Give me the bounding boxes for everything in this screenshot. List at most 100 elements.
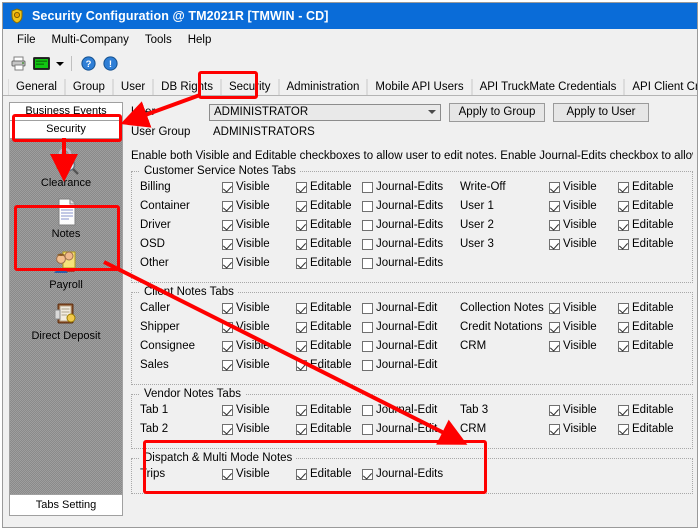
visible-checkbox[interactable]: Visible	[549, 302, 597, 314]
checkbox-box[interactable]	[618, 302, 629, 314]
checkbox-box[interactable]	[618, 219, 629, 231]
sidebar-header-business-events[interactable]: Business Events	[10, 103, 122, 121]
visible-checkbox[interactable]: Visible	[222, 340, 270, 352]
editable-checkbox[interactable]: Editable	[296, 200, 352, 212]
editable-checkbox[interactable]: Editable	[618, 200, 674, 212]
checkbox-box[interactable]	[362, 340, 373, 352]
menu-item-multi-company[interactable]: Multi-Company	[44, 32, 137, 48]
visible-checkbox[interactable]: Visible	[549, 219, 597, 231]
editable-checkbox[interactable]: Editable	[618, 238, 674, 250]
sidebar-item-clearance[interactable]: Clearance	[10, 146, 122, 189]
visible-checkbox[interactable]: Visible	[222, 321, 270, 333]
visible-checkbox[interactable]: Visible	[222, 404, 270, 416]
sidebar-item-payroll[interactable]: Payroll	[10, 248, 122, 291]
visible-checkbox[interactable]: Visible	[549, 340, 597, 352]
tab-db-rights[interactable]: DB Rights	[153, 79, 221, 95]
visible-checkbox[interactable]: Visible	[222, 302, 270, 314]
checkbox-box[interactable]	[222, 359, 233, 371]
checkbox-box[interactable]	[549, 404, 560, 416]
checkbox-box[interactable]	[362, 181, 373, 193]
checkbox-box[interactable]	[549, 321, 560, 333]
checkbox-box[interactable]	[618, 340, 629, 352]
tab-user[interactable]: User	[112, 79, 154, 95]
checkbox-box[interactable]	[362, 238, 373, 250]
editable-checkbox[interactable]: Editable	[296, 181, 352, 193]
checkbox-box[interactable]	[222, 302, 233, 314]
checkbox-box[interactable]	[362, 423, 373, 435]
apply-to-user-button[interactable]: Apply to User	[553, 102, 649, 122]
visible-checkbox[interactable]: Visible	[222, 423, 270, 435]
info-icon[interactable]: !	[99, 54, 121, 74]
editable-checkbox[interactable]: Editable	[618, 302, 674, 314]
editable-checkbox[interactable]: Editable	[296, 340, 352, 352]
help-icon[interactable]: ?	[77, 54, 99, 74]
checkbox-box[interactable]	[549, 219, 560, 231]
checkbox-box[interactable]	[618, 238, 629, 250]
checkbox-box[interactable]	[222, 181, 233, 193]
visible-checkbox[interactable]: Visible	[222, 257, 270, 269]
visible-checkbox[interactable]: Visible	[549, 404, 597, 416]
journal-edits-checkbox[interactable]: Journal-Edits	[362, 200, 443, 212]
checkbox-box[interactable]	[296, 257, 307, 269]
checkbox-box[interactable]	[362, 321, 373, 333]
checkbox-box[interactable]	[362, 359, 373, 371]
visible-checkbox[interactable]: Visible	[549, 181, 597, 193]
journal-edits-checkbox[interactable]: Journal-Edit	[362, 302, 437, 314]
editable-checkbox[interactable]: Editable	[296, 359, 352, 371]
editable-checkbox[interactable]: Editable	[296, 219, 352, 231]
visible-checkbox[interactable]: Visible	[222, 219, 270, 231]
checkbox-box[interactable]	[296, 423, 307, 435]
main-tab-strip[interactable]: General Group User DB Rights Security Ad…	[3, 76, 697, 96]
checkbox-box[interactable]	[222, 468, 233, 480]
menu-bar[interactable]: File Multi-Company Tools Help	[3, 29, 697, 51]
tab-group[interactable]: Group	[64, 79, 113, 95]
checkbox-box[interactable]	[296, 238, 307, 250]
sidebar-item-direct-deposit[interactable]: Direct Deposit	[10, 299, 122, 342]
journal-edits-checkbox[interactable]: Journal-Edits	[362, 257, 443, 269]
editable-checkbox[interactable]: Editable	[618, 181, 674, 193]
checkbox-box[interactable]	[362, 404, 373, 416]
visible-checkbox[interactable]: Visible	[222, 359, 270, 371]
visible-checkbox[interactable]: Visible	[549, 238, 597, 250]
editable-checkbox[interactable]: Editable	[618, 219, 674, 231]
visible-checkbox[interactable]: Visible	[222, 200, 270, 212]
checkbox-box[interactable]	[362, 200, 373, 212]
menu-item-tools[interactable]: Tools	[137, 32, 180, 48]
journal-edits-checkbox[interactable]: Journal-Edit	[362, 423, 437, 435]
editable-checkbox[interactable]: Editable	[618, 340, 674, 352]
checkbox-box[interactable]	[618, 321, 629, 333]
tab-api-truckmate-credentials[interactable]: API TruckMate Credentials	[471, 79, 625, 95]
checkbox-box[interactable]	[549, 423, 560, 435]
tab-security[interactable]: Security	[220, 79, 279, 95]
print-icon[interactable]	[8, 54, 30, 74]
visible-checkbox[interactable]: Visible	[222, 238, 270, 250]
journal-edits-checkbox[interactable]: Journal-Edit	[362, 321, 437, 333]
display-icon[interactable]	[30, 54, 52, 74]
checkbox-box[interactable]	[296, 321, 307, 333]
editable-checkbox[interactable]: Editable	[296, 302, 352, 314]
checkbox-box[interactable]	[549, 181, 560, 193]
tab-mobile-api-users[interactable]: Mobile API Users	[367, 79, 472, 95]
journal-edits-checkbox[interactable]: Journal-Edits	[362, 219, 443, 231]
editable-checkbox[interactable]: Editable	[296, 404, 352, 416]
editable-checkbox[interactable]: Editable	[296, 238, 352, 250]
checkbox-box[interactable]	[618, 181, 629, 193]
tab-administration[interactable]: Administration	[278, 79, 368, 95]
editable-checkbox[interactable]: Editable	[618, 321, 674, 333]
checkbox-box[interactable]	[296, 200, 307, 212]
journal-edits-checkbox[interactable]: Journal-Edits	[362, 238, 443, 250]
checkbox-box[interactable]	[549, 340, 560, 352]
checkbox-box[interactable]	[618, 423, 629, 435]
checkbox-box[interactable]	[549, 238, 560, 250]
visible-checkbox[interactable]: Visible	[549, 200, 597, 212]
editable-checkbox[interactable]: Editable	[296, 423, 352, 435]
checkbox-box[interactable]	[296, 302, 307, 314]
checkbox-box[interactable]	[222, 340, 233, 352]
checkbox-box[interactable]	[296, 468, 307, 480]
editable-checkbox[interactable]: Editable	[296, 468, 352, 480]
sidebar-footer-tabs-setting[interactable]: Tabs Setting	[10, 495, 122, 515]
checkbox-box[interactable]	[296, 340, 307, 352]
checkbox-box[interactable]	[222, 321, 233, 333]
visible-checkbox[interactable]: Visible	[222, 468, 270, 480]
checkbox-box[interactable]	[296, 404, 307, 416]
